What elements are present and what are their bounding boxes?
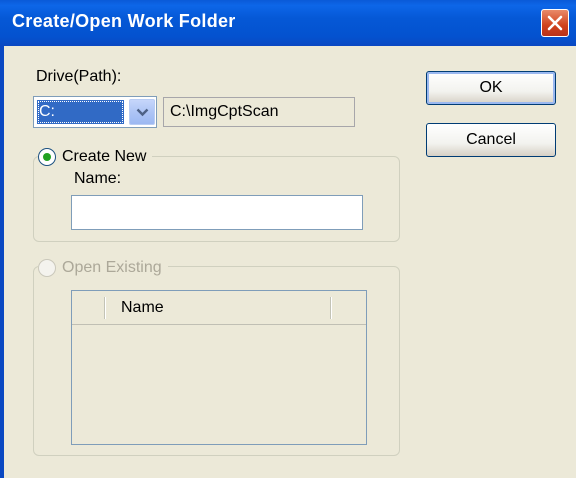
dialog-window: Create/Open Work Folder Drive(Path): C: …: [0, 0, 576, 478]
radio-unchecked-icon: [38, 259, 56, 277]
drive-select-value: C:: [37, 100, 124, 124]
close-button[interactable]: [541, 9, 569, 37]
open-existing-label: Open Existing: [62, 259, 162, 276]
column-header-name[interactable]: Name: [121, 299, 164, 317]
window-title: Create/Open Work Folder: [12, 11, 236, 31]
drive-select[interactable]: C:: [33, 96, 157, 128]
create-new-radio[interactable]: Create New: [38, 145, 153, 169]
drive-path-label: Drive(Path):: [36, 68, 122, 85]
create-new-label: Create New: [62, 148, 147, 165]
ok-button[interactable]: OK: [426, 71, 556, 105]
radio-checked-icon: [38, 148, 56, 166]
drive-dropdown-button[interactable]: [129, 99, 155, 125]
drive-path-display: C:\ImgCptScan: [163, 97, 355, 127]
title-bar[interactable]: Create/Open Work Folder: [0, 0, 576, 46]
column-separator[interactable]: [330, 297, 331, 319]
open-existing-radio[interactable]: Open Existing: [38, 256, 168, 280]
existing-folders-list[interactable]: Name: [71, 290, 367, 445]
window-frame-left: [0, 46, 4, 478]
list-header: Name: [72, 291, 366, 325]
close-icon: [547, 15, 563, 31]
folder-name-input[interactable]: [71, 195, 363, 230]
column-separator[interactable]: [104, 297, 105, 319]
chevron-down-icon: [136, 108, 149, 117]
cancel-button[interactable]: Cancel: [426, 123, 556, 157]
name-label: Name:: [74, 170, 122, 187]
